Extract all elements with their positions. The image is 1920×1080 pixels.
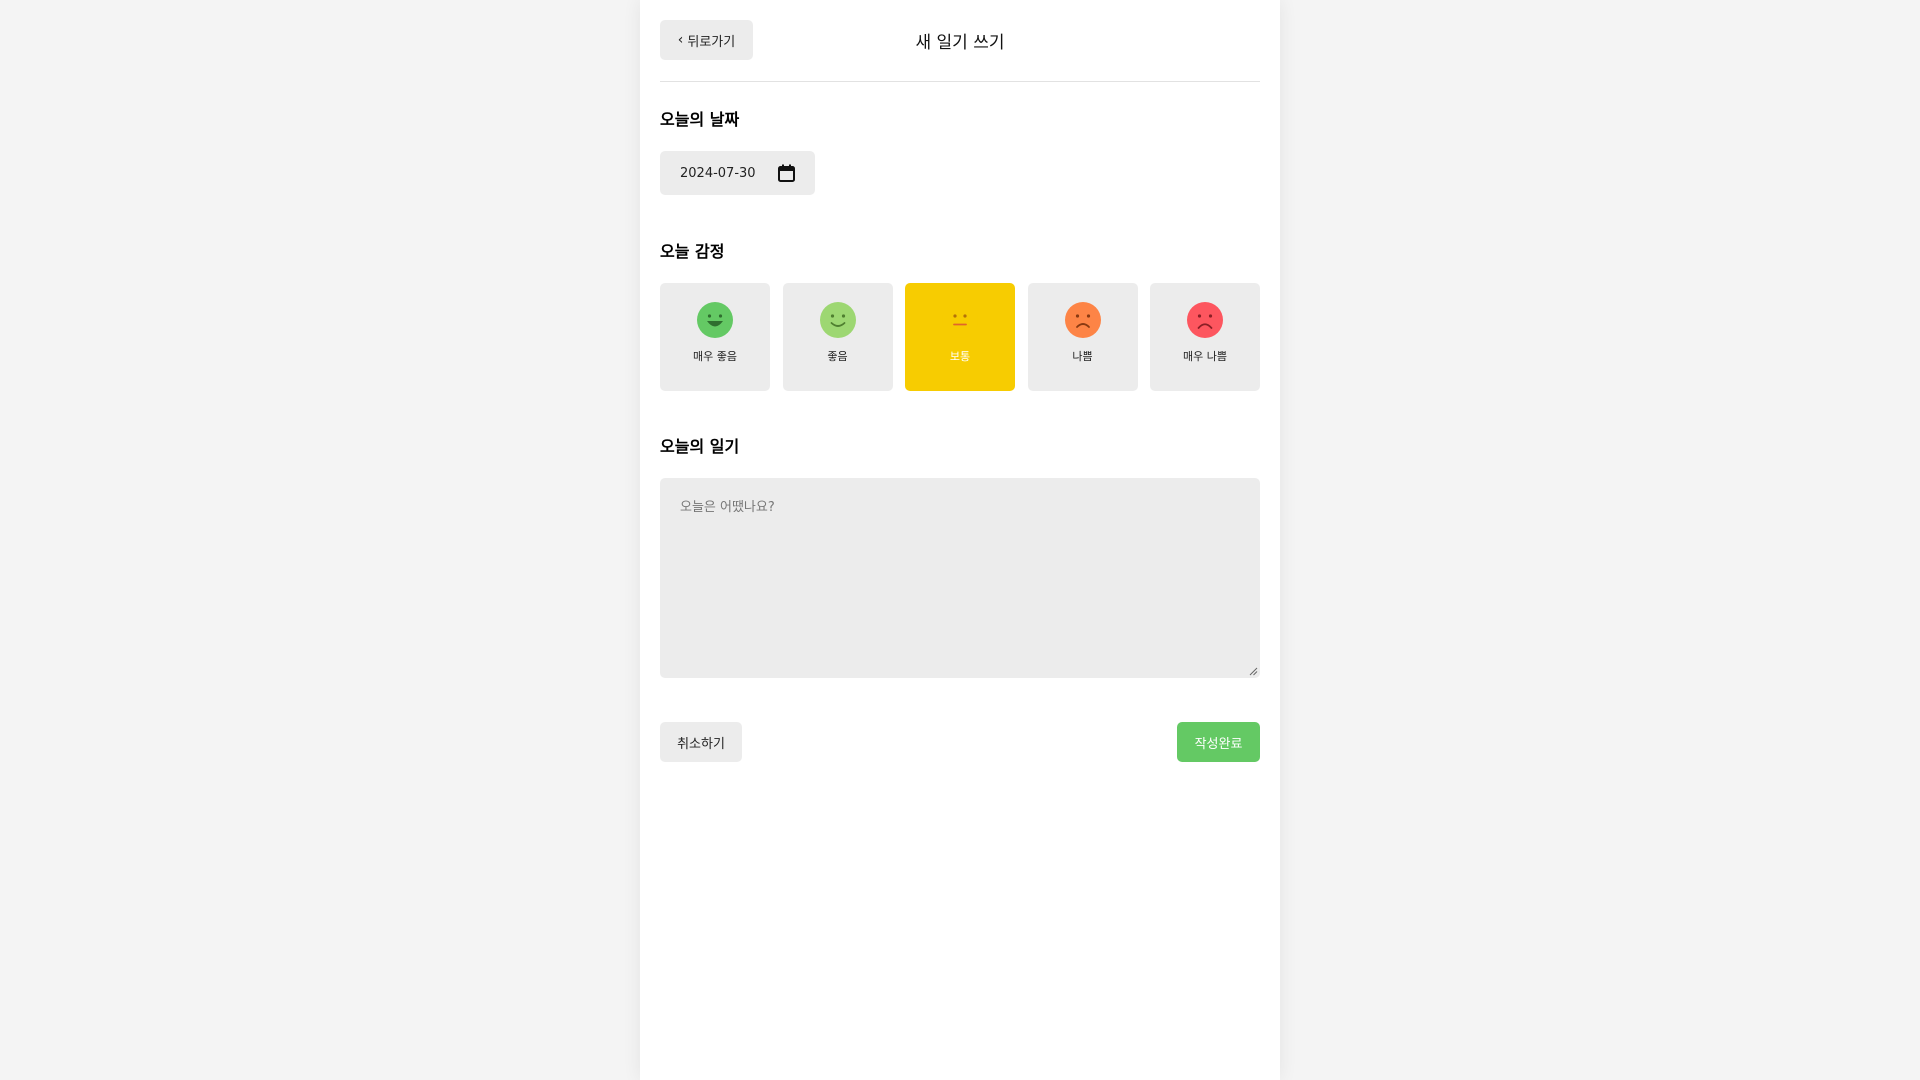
- emotion-option-bad[interactable]: 나쁨: [1027, 283, 1138, 391]
- editor-content: ‹ 뒤로가기 새 일기 쓰기 오늘의 날짜 2024-07-30 오늘 감정 매…: [660, 0, 1260, 762]
- emotion-label: 나쁨: [1072, 350, 1093, 363]
- header: ‹ 뒤로가기 새 일기 쓰기: [660, 0, 1260, 82]
- emotion-option-good[interactable]: 좋음: [782, 283, 893, 391]
- date-section-title: 오늘의 날짜: [660, 110, 740, 129]
- neutral-face-icon: [942, 302, 978, 338]
- page-title: 새 일기 쓰기: [915, 33, 1005, 53]
- sad-face-icon: [1064, 302, 1101, 338]
- date-value: 2024-07-30: [680, 165, 756, 181]
- emotion-option-normal[interactable]: 보통: [905, 283, 1015, 391]
- diary-editor-page: ‹ 뒤로가기 새 일기 쓰기 오늘의 날짜 2024-07-30 오늘 감정 매…: [640, 0, 1280, 1080]
- emotion-label: 보통: [949, 350, 971, 363]
- submit-button[interactable]: 작성완료: [1177, 722, 1260, 762]
- very-sad-face-icon: [1187, 302, 1223, 338]
- diary-placeholder: 오늘은 어땠나요?: [680, 500, 775, 515]
- resize-handle-icon[interactable]: [1248, 666, 1258, 676]
- diary-textarea[interactable]: 오늘은 어땠나요?: [660, 478, 1260, 678]
- emotion-label: 매우 좋음: [693, 350, 737, 363]
- cancel-button[interactable]: 취소하기: [660, 722, 742, 762]
- diary-section-title: 오늘의 일기: [660, 437, 740, 456]
- happy-face-icon: [819, 302, 856, 338]
- emotion-option-very-bad[interactable]: 매우 나쁨: [1150, 283, 1260, 391]
- emotion-list: 매우 좋음 좋음 보통 나쁨 매우 나쁨: [660, 283, 1260, 391]
- emotion-option-very-good[interactable]: 매우 좋음: [660, 283, 770, 391]
- emotion-label: 좋음: [827, 350, 848, 363]
- emotion-section-title: 오늘 감정: [660, 242, 725, 261]
- very-happy-face-icon: [697, 302, 733, 338]
- calendar-icon[interactable]: [778, 164, 795, 182]
- date-input[interactable]: 2024-07-30: [660, 151, 815, 195]
- emotion-label: 매우 나쁨: [1183, 350, 1227, 363]
